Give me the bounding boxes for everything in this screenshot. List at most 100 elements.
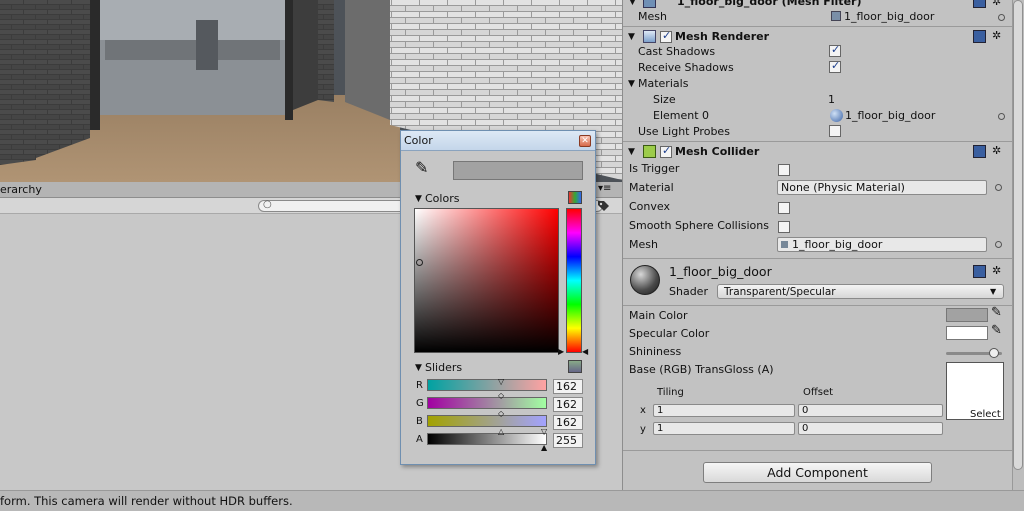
saturation-value-field[interactable] <box>414 208 559 353</box>
eyedropper-icon[interactable]: ✎ <box>991 306 1002 320</box>
shader-value: Transparent/Specular <box>724 286 836 298</box>
slider-thumb-icon[interactable]: ▲ <box>541 441 547 455</box>
current-color-preview <box>453 161 583 180</box>
color-mode-icon[interactable] <box>568 191 582 204</box>
offset-x-field[interactable]: 0 <box>798 404 943 417</box>
a-value-field[interactable]: 255 <box>553 433 583 448</box>
light-probes-checkbox[interactable] <box>829 125 841 137</box>
mesh-icon <box>831 11 841 21</box>
is-trigger-label: Is Trigger <box>629 162 680 175</box>
inspector-panel: ▼ 1_floor_big_door (Mesh Filter) ✲ Mesh … <box>622 0 1013 490</box>
r-slider[interactable] <box>427 379 547 391</box>
foldout-arrow-icon[interactable]: ▼ <box>415 361 422 375</box>
slider-thumb-icon[interactable]: △ <box>498 425 504 439</box>
material-preview-sphere <box>630 265 660 295</box>
gear-icon[interactable]: ✲ <box>992 0 1001 9</box>
mesh-renderer-enabled-checkbox[interactable] <box>660 29 672 43</box>
sliders-label: Sliders <box>425 361 463 374</box>
object-picker-icon[interactable] <box>995 184 1002 191</box>
x-label: x <box>640 405 646 416</box>
tiling-x-field[interactable]: 1 <box>653 404 795 417</box>
cast-shadows-checkbox[interactable] <box>829 43 841 57</box>
help-icon[interactable] <box>973 265 986 278</box>
collider-mesh-field[interactable]: 1_floor_big_door <box>777 237 987 252</box>
hierarchy-tab[interactable]: erarchy <box>0 183 42 197</box>
cast-shadows-label: Cast Shadows <box>638 45 716 58</box>
gear-icon[interactable]: ✲ <box>992 29 1001 43</box>
offset-y-field[interactable]: 0 <box>798 422 943 435</box>
mesh-collider-enabled-checkbox[interactable] <box>660 144 672 158</box>
specular-color-label: Specular Color <box>629 327 710 340</box>
physic-material-field[interactable]: None (Physic Material) <box>777 180 987 195</box>
mesh-filter-icon <box>643 0 656 8</box>
shader-label: Shader <box>669 285 708 298</box>
tiling-label: Tiling <box>657 387 684 398</box>
light-probes-label: Use Light Probes <box>638 125 730 138</box>
specular-color-swatch[interactable] <box>946 326 988 340</box>
element0-value[interactable]: 1_floor_big_door <box>845 109 935 123</box>
panel-menu-icon[interactable]: ▾≡ <box>598 182 611 196</box>
shininess-label: Shininess <box>629 345 682 358</box>
eyedropper-icon[interactable]: ✎ <box>991 324 1002 338</box>
foldout-arrow-icon[interactable]: ▼ <box>415 192 422 206</box>
hue-slider[interactable] <box>566 208 582 353</box>
gear-icon[interactable]: ✲ <box>992 144 1001 158</box>
hue-arrow-left-icon: ▶ <box>558 347 565 356</box>
mesh-value[interactable]: 1_floor_big_door <box>844 10 934 24</box>
scrollbar-thumb[interactable] <box>1013 0 1023 470</box>
main-color-swatch[interactable] <box>946 308 988 322</box>
materials-label: Materials <box>638 77 689 90</box>
slider-thumb-icon[interactable]: ▽ <box>498 375 504 389</box>
eyedropper-icon[interactable]: ✎ <box>415 160 428 176</box>
smooth-sphere-label: Smooth Sphere Collisions <box>629 219 769 232</box>
is-trigger-checkbox[interactable] <box>778 164 790 176</box>
foldout-arrow-icon[interactable]: ▼ <box>629 0 639 7</box>
foldout-arrow-icon[interactable]: ▼ <box>628 145 635 159</box>
help-icon[interactable] <box>973 0 986 8</box>
foldout-arrow-icon[interactable]: ▼ <box>628 30 635 44</box>
color-picker-window: Color ✕ ✎ ▼ Colors ▶ ◀ ▼ Sliders R ▽ 162… <box>400 130 596 465</box>
collider-mesh-label: Mesh <box>629 238 658 251</box>
y-label: y <box>640 424 646 435</box>
b-slider[interactable] <box>427 415 547 427</box>
mesh-filter-title: 1_floor_big_door (Mesh Filter) <box>677 0 862 8</box>
r-value-field[interactable]: 162 <box>553 379 583 394</box>
slider-thumb-icon[interactable]: ◇ <box>498 407 504 421</box>
g-slider[interactable] <box>427 397 547 409</box>
r-label: R <box>416 380 423 391</box>
slider-thumb-icon[interactable]: ◇ <box>498 389 504 403</box>
g-value-field[interactable]: 162 <box>553 397 583 412</box>
add-component-button[interactable]: Add Component <box>703 462 932 483</box>
smooth-sphere-checkbox[interactable] <box>778 221 790 233</box>
help-icon[interactable] <box>973 30 986 43</box>
mesh-renderer-title: Mesh Renderer <box>675 30 770 43</box>
object-picker-icon[interactable] <box>995 241 1002 248</box>
offset-label: Offset <box>803 387 834 398</box>
receive-shadows-checkbox[interactable] <box>829 59 841 73</box>
object-picker-icon[interactable] <box>998 113 1005 120</box>
foldout-arrow-icon[interactable]: ▼ <box>628 77 635 91</box>
shininess-slider-thumb[interactable] <box>988 348 999 358</box>
convex-checkbox[interactable] <box>778 202 790 214</box>
help-icon[interactable] <box>973 145 986 158</box>
base-texture-label: Base (RGB) TransGloss (A) <box>629 363 774 376</box>
dropdown-arrow-icon: ▼ <box>990 287 997 296</box>
color-picker-titlebar[interactable]: Color ✕ <box>401 131 595 151</box>
object-picker-icon[interactable] <box>998 14 1005 21</box>
gear-icon[interactable]: ✲ <box>992 264 1001 278</box>
tiling-y-field[interactable]: 1 <box>653 422 795 435</box>
select-texture-button[interactable]: Select <box>970 408 1001 422</box>
slider-thumb-icon[interactable]: ▽ <box>541 425 547 439</box>
tag-icon[interactable] <box>596 199 610 213</box>
material-sphere-icon <box>830 109 843 122</box>
texture-slot[interactable]: Select <box>946 362 1004 420</box>
a-slider[interactable] <box>427 433 547 445</box>
slider-mode-icon[interactable] <box>568 360 582 373</box>
size-value[interactable]: 1 <box>828 93 835 107</box>
close-icon[interactable]: ✕ <box>579 135 591 147</box>
b-value-field[interactable]: 162 <box>553 415 583 430</box>
mesh-collider-icon <box>643 145 656 158</box>
main-color-label: Main Color <box>629 309 688 322</box>
shader-dropdown[interactable]: Transparent/Specular ▼ <box>717 284 1004 299</box>
color-field-cursor[interactable] <box>416 259 423 266</box>
